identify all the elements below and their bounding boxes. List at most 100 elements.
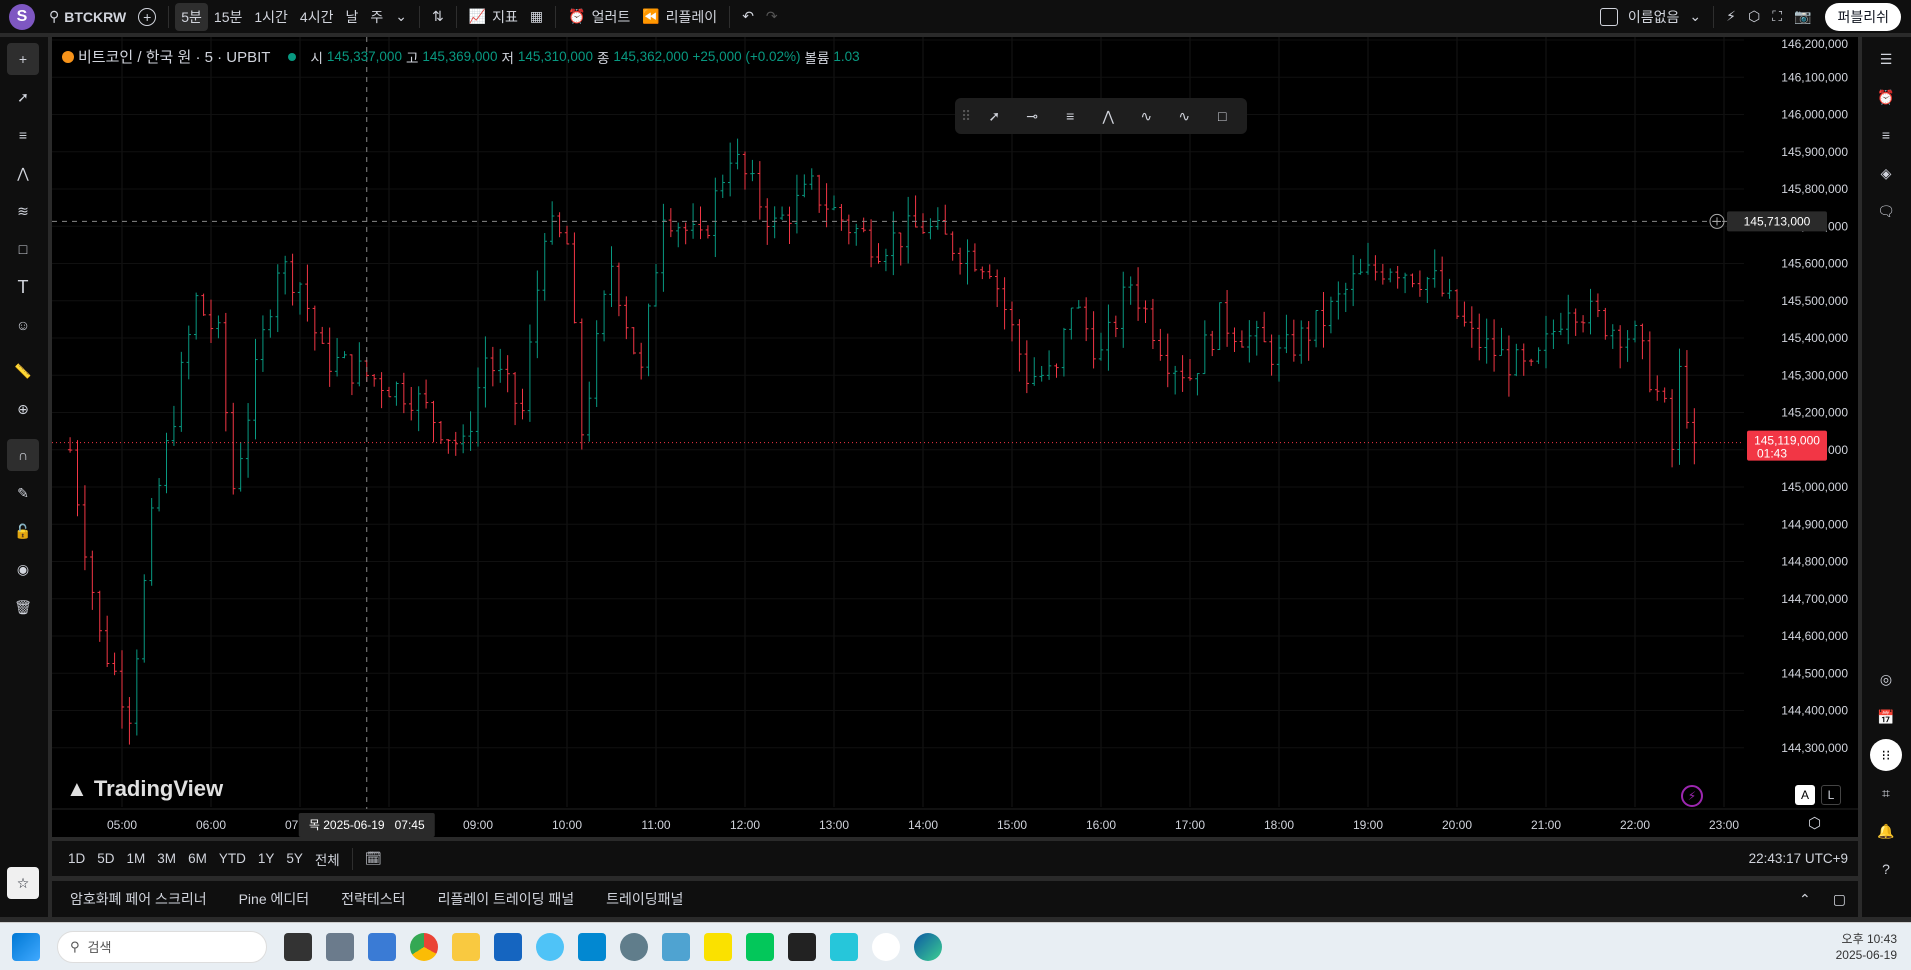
interval-4h[interactable]: 4시간 [294, 3, 340, 31]
kakaotalk-icon[interactable] [704, 932, 732, 961]
publish-button[interactable]: 퍼블리쉬 [1825, 2, 1901, 31]
scanner-icon[interactable] [494, 932, 522, 961]
icons-tool[interactable]: ☺ [7, 309, 39, 341]
lightning-icon[interactable]: ⚡ [1681, 785, 1703, 807]
settings-icon[interactable] [620, 932, 648, 961]
chats-button[interactable]: 🗨 [1870, 195, 1902, 227]
apps-button[interactable]: ⁝⁝ [1870, 739, 1902, 771]
pattern-button[interactable]: ⋀ [1093, 101, 1123, 131]
calculator-icon[interactable] [326, 932, 354, 961]
range-5d[interactable]: 5D [97, 851, 114, 866]
auto-scale-button[interactable]: A [1795, 785, 1815, 805]
streams-button[interactable]: ⌗ [1870, 777, 1902, 809]
chart-area[interactable]: 146,200,000 146,100,000 146,000,000 145,900… [52, 37, 1858, 837]
task-view-icon[interactable] [284, 932, 312, 961]
horizontal-ray-button[interactable]: ⊸ [1017, 101, 1047, 131]
add-symbol-button[interactable]: + [132, 3, 162, 31]
pattern-tool[interactable]: ⋀ [7, 157, 39, 189]
elliott-wave-button[interactable]: ∿ [1131, 101, 1161, 131]
replay-button[interactable]: ⏪ 리플레이 [636, 3, 723, 31]
interval-1h[interactable]: 1시간 [248, 3, 294, 31]
lock-drawings-tool[interactable]: 🔓 [7, 515, 39, 547]
go-to-date-button[interactable]: 🗓 [365, 851, 382, 867]
tab-strategy-tester[interactable]: 전략테스터 [341, 889, 405, 909]
fib-tool[interactable]: ≡ [7, 119, 39, 151]
settings-button[interactable]: ⬡ [1742, 3, 1766, 31]
chrome-icon[interactable] [410, 932, 438, 961]
range-1y[interactable]: 1Y [258, 851, 275, 866]
layout-button[interactable]: 이름없음 ⌄ [1594, 3, 1707, 31]
avatar[interactable]: S [9, 3, 35, 30]
trading-button[interactable]: ◎ [1870, 663, 1902, 695]
templates-button[interactable]: ▦ [524, 3, 549, 31]
shapes-tool[interactable]: □ [7, 233, 39, 265]
fullscreen-button[interactable]: ⛶ [1766, 3, 1788, 31]
zoom-tool[interactable]: ⊕ [7, 393, 39, 425]
indicators-button[interactable]: 📈 지표 [463, 3, 524, 31]
layers-button[interactable]: ◈ [1870, 157, 1902, 189]
rectangle-button[interactable]: □ [1207, 101, 1237, 131]
alert-button[interactable]: ⏰ 얼러트 [562, 3, 636, 31]
magnet-tool[interactable]: ∩ [7, 439, 39, 471]
symbol-title[interactable]: 비트코인 / 한국 원 · 5 · UPBIT [78, 46, 270, 67]
alerts-button[interactable]: ⏰ [1870, 81, 1902, 113]
tradingview-logo[interactable]: ▲ TradingView [66, 776, 223, 802]
abc-wave-button[interactable]: ∿ [1169, 101, 1199, 131]
sticky-notes-icon[interactable] [788, 932, 816, 961]
undo-button[interactable]: ↶ [736, 3, 760, 31]
range-all[interactable]: 전체 [315, 849, 340, 869]
redo-button[interactable]: ↷ [760, 3, 784, 31]
interval-week[interactable]: 주 [364, 3, 389, 31]
collapse-panel-icon[interactable]: ⌃ [1799, 891, 1811, 908]
favorites-button[interactable]: ☆ [7, 867, 39, 899]
interval-day[interactable]: 날 [339, 3, 364, 31]
notepad-icon[interactable] [662, 932, 690, 961]
taskbar-search[interactable]: ⚲ 검색 [57, 930, 267, 963]
tab-trading-panel[interactable]: 트레이딩패널 [606, 889, 683, 909]
emp-icon[interactable] [872, 932, 900, 961]
range-3m[interactable]: 3M [157, 851, 176, 866]
range-ytd[interactable]: YTD [219, 851, 246, 866]
symbol-search[interactable]: ⚲ BTCKRW [43, 3, 132, 31]
store-icon[interactable] [578, 932, 606, 961]
stay-drawing-tool[interactable]: ✎ [7, 477, 39, 509]
file-explorer-icon[interactable] [452, 932, 480, 961]
watchlist-button[interactable]: ☰ [1870, 43, 1902, 75]
remove-drawings-tool[interactable]: 🗑 [7, 591, 39, 623]
quick-search-button[interactable]: ⚡ [1720, 3, 1742, 31]
log-scale-button[interactable]: L [1821, 785, 1841, 805]
chart-type-button[interactable]: ⇅ [426, 3, 450, 31]
screenshot-button[interactable]: 📷 [1788, 3, 1817, 31]
system-clock[interactable]: 오후 10:43 2025-06-19 [1836, 931, 1897, 963]
windows-start-icon[interactable] [12, 932, 40, 961]
text-tool[interactable]: T [7, 271, 39, 303]
ruler-tool[interactable]: 📏 [7, 355, 39, 387]
price-chart[interactable]: 146,200,000 146,100,000 146,000,000 145,900… [52, 37, 1858, 837]
notifications-button[interactable]: 🔔 [1870, 815, 1902, 847]
range-6m[interactable]: 6M [188, 851, 207, 866]
app-icon[interactable] [368, 932, 396, 961]
axis-settings-icon[interactable]: ⬡ [1808, 814, 1821, 832]
range-1m[interactable]: 1M [127, 851, 146, 866]
interval-5m[interactable]: 5분 [175, 2, 208, 31]
range-1d[interactable]: 1D [68, 851, 85, 866]
trendline-button[interactable]: ➚ [979, 101, 1009, 131]
naver-icon[interactable] [746, 932, 774, 961]
calendar-button[interactable]: 📅 [1870, 701, 1902, 733]
forecast-tool[interactable]: ≋ [7, 195, 39, 227]
cube-app-icon[interactable] [830, 932, 858, 961]
tab-pine-editor[interactable]: Pine 에디터 [239, 889, 310, 909]
maximize-panel-icon[interactable]: ▢ [1833, 891, 1846, 908]
edge-icon[interactable] [914, 932, 942, 961]
tab-replay-trading[interactable]: 리플레이 트레이딩 패널 [438, 889, 575, 909]
drag-handle-icon[interactable]: ⠿ [961, 108, 971, 125]
interval-dropdown[interactable]: ⌄ [389, 3, 413, 31]
trendline-tool[interactable]: ➚ [7, 81, 39, 113]
paint-icon[interactable] [536, 932, 564, 961]
interval-15m[interactable]: 15분 [208, 3, 248, 31]
fib-button[interactable]: ≡ [1055, 101, 1085, 131]
object-tree-button[interactable]: ≡ [1870, 119, 1902, 151]
crosshair-tool[interactable]: + [7, 43, 39, 75]
help-button[interactable]: ? [1870, 853, 1902, 885]
hide-drawings-tool[interactable]: ◉ [7, 553, 39, 585]
